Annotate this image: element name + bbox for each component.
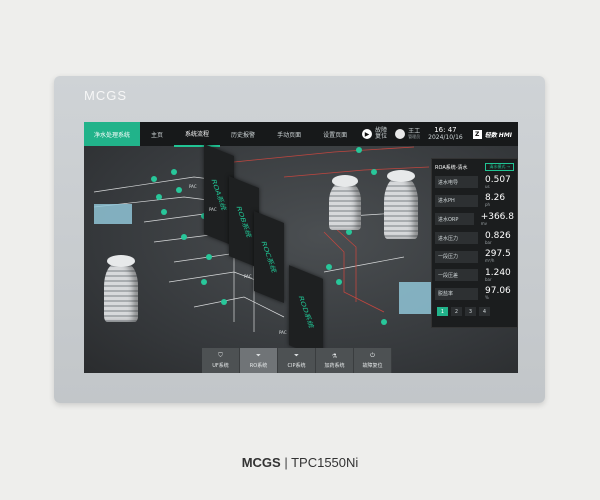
funnel-icon: ⏷	[256, 352, 261, 359]
pac-label-3: PAC	[244, 274, 252, 279]
page-button-4[interactable]: 4	[479, 307, 490, 317]
mode-badge[interactable]: 清水模式 →	[485, 163, 514, 171]
reading-value-group: 97.06%	[485, 287, 511, 300]
hmi-screen: 净水处理系统 主页 系统流程 历史报警 手动页面 设置页面 ▶ 故障 复位 王工…	[84, 122, 518, 373]
beam-label-d: ROD系统	[296, 295, 316, 329]
reading-value-group: 1.240 bar	[485, 268, 511, 282]
vessel-right	[384, 170, 418, 239]
reading-row: 进水ORP +366.8 mv	[432, 210, 517, 229]
product-caption: MCGS | TPC1550Ni	[0, 455, 600, 470]
nav-button-4[interactable]: ⏻ 故障复位	[354, 348, 392, 373]
reading-value-group: 297.5 m³/h	[485, 250, 511, 263]
reading-unit: m³/h	[485, 258, 495, 264]
reading-label: 一段压力	[435, 250, 478, 263]
pac-label-4: PAC	[279, 330, 287, 335]
beam-label-b: ROB系统	[234, 206, 254, 238]
nav-button-1[interactable]: ⏷ RO系统	[240, 348, 278, 373]
water-tank-left	[94, 204, 132, 224]
caption-brand: MCGS	[241, 455, 281, 470]
reading-unit: mv	[480, 220, 487, 226]
reading-label: 脱盐率	[435, 287, 478, 300]
panel-header: ROA系统-清水 清水模式 →	[432, 159, 517, 173]
reading-label: 进水ORP	[435, 213, 474, 226]
nav-label: 加药系统	[324, 362, 345, 369]
reading-unit: bar	[485, 276, 492, 282]
reading-label: 进水压力	[435, 232, 478, 245]
reading-unit: %	[485, 295, 489, 301]
bottom-system-nav: ⛉ UF系统 ⏷ RO系统 ⏷ CIP系统 ⚗ 加药系统 ⏻ 故障复位	[202, 348, 392, 373]
page-button-1[interactable]: 1	[437, 307, 448, 317]
pac-label-2: PAC	[209, 207, 217, 212]
nav-label: UF系统	[212, 363, 229, 369]
reading-label: 一段压差	[435, 269, 478, 282]
reading-value-group: 8.26 ph	[485, 194, 505, 207]
filter-icon: ⛉	[218, 352, 223, 359]
page-selector: 1234	[432, 303, 517, 320]
ro-data-panel: ROA系统-清水 清水模式 → 进水电导 0.507 us 进水PH 8.26 ph 进水O…	[431, 158, 518, 328]
readings-list: 进水电导 0.507 us 进水PH 8.26 ph 进水ORP +366.8 mv 进水压力 0.…	[432, 173, 517, 303]
reading-label: 进水电导	[435, 176, 478, 189]
reading-unit: ph	[485, 202, 491, 208]
nav-button-2[interactable]: ⏷ CIP系统	[278, 348, 316, 373]
vessel-center	[329, 175, 361, 230]
flask-icon: ⚗	[331, 352, 338, 360]
reading-unit: bar	[485, 239, 492, 245]
beam-label-c: ROC系统	[259, 241, 279, 273]
device-brand-label: MCGS	[84, 88, 127, 103]
reading-row: 脱盐率 97.06%	[432, 285, 517, 304]
reading-value-group: 0.507 us	[485, 175, 511, 189]
reading-label: 进水PH	[435, 194, 478, 207]
ro-beam-c: ROC系统	[254, 210, 284, 304]
caption-model: TPC1550Ni	[291, 455, 359, 470]
nav-button-0[interactable]: ⛉ UF系统	[202, 348, 240, 373]
reading-row: 一段压力 297.5 m³/h	[432, 247, 517, 266]
reading-unit: us	[485, 183, 490, 189]
funnel-icon: ⏷	[294, 352, 299, 359]
reading-row: 一段压差 1.240 bar	[432, 266, 517, 285]
reading-row: 进水压力 0.826 bar	[432, 229, 517, 248]
nav-label: CIP系统	[287, 363, 306, 369]
nav-label: 故障复位	[362, 363, 383, 369]
ro-beam-d: ROD系统	[289, 265, 323, 359]
water-tank-right	[399, 282, 431, 314]
pac-label-1: PAC	[189, 184, 197, 189]
mode-label: 清水模式	[489, 164, 506, 169]
reading-value-group: 0.826 bar	[485, 231, 511, 245]
vessel-left	[104, 255, 138, 322]
panel-title: ROA系统-清水	[435, 164, 468, 171]
caption-separator: |	[284, 455, 288, 470]
page-button-3[interactable]: 3	[465, 307, 476, 317]
page-button-2[interactable]: 2	[451, 307, 462, 317]
nav-button-3[interactable]: ⚗ 加药系统	[316, 348, 354, 373]
reading-value-group: +366.8 mv	[480, 212, 514, 226]
beam-label-a: ROA系统	[209, 179, 229, 211]
nav-label: RO系统	[249, 363, 268, 369]
power-icon: ⏻	[370, 352, 375, 359]
reading-row: 进水PH 8.26 ph	[432, 192, 517, 211]
reading-row: 进水电导 0.507 us	[432, 173, 517, 192]
